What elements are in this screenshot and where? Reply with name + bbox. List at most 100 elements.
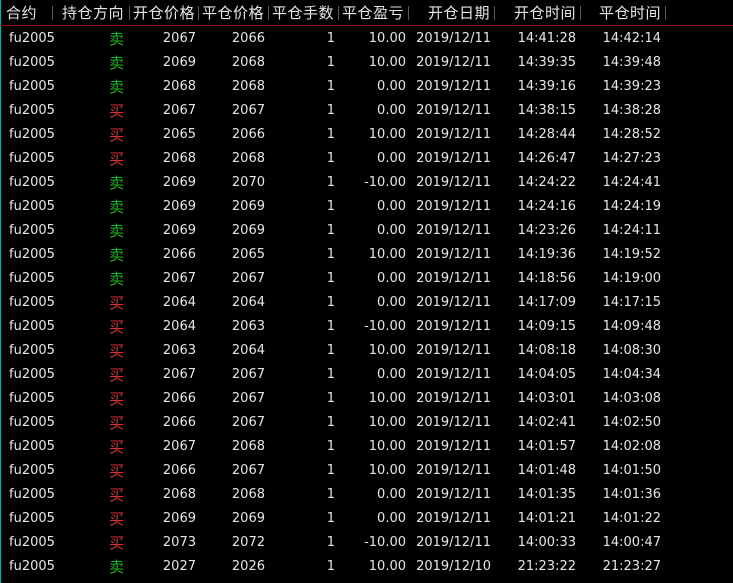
cell-direction: 买 bbox=[108, 294, 124, 312]
cell-open-time: 14:01:48 bbox=[517, 463, 576, 478]
cell-close-time: 14:28:52 bbox=[602, 127, 661, 142]
table-row[interactable]: fu2005 卖 2069 2068 1 10.00 2019/12/11 14:39:35 1… bbox=[0, 51, 733, 75]
table-row[interactable]: fu2005 买 2068 2068 1 0.00 2019/12/11 14:26:47 14… bbox=[0, 147, 733, 171]
table-row[interactable]: fu2005 卖 2069 2069 1 0.00 2019/12/11 14:24:16 14… bbox=[0, 195, 733, 219]
cell-close-price: 2068 bbox=[231, 439, 265, 454]
cell-direction: 卖 bbox=[108, 78, 124, 96]
cell-pnl: 10.00 bbox=[368, 343, 406, 358]
cell-direction: 买 bbox=[108, 102, 124, 120]
cell-close-price: 2067 bbox=[231, 415, 265, 430]
table-row[interactable]: fu2005 买 2065 2066 1 10.00 2019/12/11 14:28:44 1… bbox=[0, 123, 733, 147]
cell-lots: 1 bbox=[326, 31, 335, 46]
table-row[interactable]: fu2005 买 2066 2067 1 10.00 2019/12/11 14:01:48 1… bbox=[0, 459, 733, 483]
cell-close-time: 14:24:19 bbox=[602, 199, 661, 214]
cell-lots: 1 bbox=[326, 439, 335, 454]
column-resize-handle[interactable] bbox=[198, 6, 199, 20]
column-resize-handle[interactable] bbox=[338, 6, 339, 20]
column-header-pnl[interactable]: 平仓盈亏 bbox=[342, 4, 404, 22]
cell-close-price: 2064 bbox=[231, 295, 265, 310]
cell-pnl: 10.00 bbox=[368, 391, 406, 406]
cell-open-price: 2027 bbox=[162, 559, 196, 574]
cell-open-date: 2019/12/11 bbox=[416, 247, 491, 262]
column-header-close-price[interactable]: 平仓价格 bbox=[202, 4, 264, 22]
cell-contract: fu2005 bbox=[9, 127, 55, 142]
column-header-lots[interactable]: 平仓手数 bbox=[272, 4, 334, 22]
table-row[interactable]: fu2005 买 2066 2067 1 10.00 2019/12/11 14:03:01 1… bbox=[0, 387, 733, 411]
column-resize-handle[interactable] bbox=[408, 6, 409, 20]
cell-contract: fu2005 bbox=[9, 511, 55, 526]
column-header-contract[interactable]: 合约 bbox=[6, 4, 37, 22]
column-resize-handle[interactable] bbox=[268, 6, 269, 20]
cell-open-time: 14:01:35 bbox=[517, 487, 576, 502]
cell-contract: fu2005 bbox=[9, 175, 55, 190]
table-row[interactable]: fu2005 买 2067 2067 1 0.00 2019/12/11 14:04:05 14… bbox=[0, 363, 733, 387]
cell-contract: fu2005 bbox=[9, 343, 55, 358]
table-row[interactable]: fu2005 卖 2069 2069 1 0.00 2019/12/11 14:23:26 14… bbox=[0, 219, 733, 243]
cell-close-time: 14:38:28 bbox=[602, 103, 661, 118]
cell-direction: 买 bbox=[108, 342, 124, 360]
cell-pnl: 10.00 bbox=[368, 559, 406, 574]
cell-open-date: 2019/12/11 bbox=[416, 343, 491, 358]
cell-close-time: 14:19:52 bbox=[602, 247, 661, 262]
cell-close-price: 2026 bbox=[231, 559, 265, 574]
table-row[interactable]: fu2005 卖 2069 2070 1 -10.00 2019/12/11 14:24:22… bbox=[0, 171, 733, 195]
cell-open-date: 2019/12/11 bbox=[416, 439, 491, 454]
table-row[interactable]: fu2005 买 2073 2072 1 -10.00 2019/12/11 14:00:33… bbox=[0, 531, 733, 555]
cell-open-price: 2063 bbox=[162, 343, 196, 358]
cell-contract: fu2005 bbox=[9, 463, 55, 478]
table-row[interactable]: fu2005 卖 2067 2067 1 0.00 2019/12/11 14:18:56 14… bbox=[0, 267, 733, 291]
column-resize-handle[interactable] bbox=[665, 6, 666, 20]
column-resize-handle[interactable] bbox=[52, 6, 53, 20]
cell-lots: 1 bbox=[326, 511, 335, 526]
table-row[interactable]: fu2005 卖 2067 2066 1 10.00 2019/12/11 14:41:28 1… bbox=[0, 27, 733, 51]
cell-open-price: 2066 bbox=[162, 247, 196, 262]
cell-open-price: 2068 bbox=[162, 487, 196, 502]
column-resize-handle[interactable] bbox=[580, 6, 581, 20]
table-row[interactable]: fu2005 卖 2068 2068 1 0.00 2019/12/11 14:39:16 14… bbox=[0, 75, 733, 99]
cell-open-price: 2066 bbox=[162, 391, 196, 406]
cell-close-price: 2066 bbox=[231, 127, 265, 142]
cell-close-price: 2072 bbox=[231, 535, 265, 550]
table-row[interactable]: fu2005 买 2066 2067 1 10.00 2019/12/11 14:02:41 1… bbox=[0, 411, 733, 435]
table-row[interactable]: fu2005 买 2068 2068 1 0.00 2019/12/11 14:01:35 14… bbox=[0, 483, 733, 507]
cell-contract: fu2005 bbox=[9, 103, 55, 118]
table-row[interactable]: fu2005 买 2064 2064 1 0.00 2019/12/11 14:17:09 14… bbox=[0, 291, 733, 315]
table-row[interactable]: fu2005 买 2063 2064 1 10.00 2019/12/11 14:08:18 1… bbox=[0, 339, 733, 363]
cell-open-price: 2066 bbox=[162, 415, 196, 430]
column-resize-handle[interactable] bbox=[129, 6, 130, 20]
cell-pnl: 10.00 bbox=[368, 463, 406, 478]
table-row[interactable]: fu2005 卖 2066 2065 1 10.00 2019/12/11 14:19:36 1… bbox=[0, 243, 733, 267]
cell-direction: 卖 bbox=[108, 30, 124, 48]
table-row[interactable]: fu2005 买 2069 2069 1 0.00 2019/12/11 14:01:21 14… bbox=[0, 507, 733, 531]
cell-close-price: 2066 bbox=[231, 31, 265, 46]
cell-close-price: 2067 bbox=[231, 391, 265, 406]
table-row[interactable]: fu2005 买 2067 2067 1 0.00 2019/12/11 14:38:15 14… bbox=[0, 99, 733, 123]
column-header-open-time[interactable]: 开仓时间 bbox=[514, 4, 576, 22]
cell-close-time: 14:02:08 bbox=[602, 439, 661, 454]
table-row[interactable]: fu2005 买 2067 2068 1 10.00 2019/12/11 14:01:57 1… bbox=[0, 435, 733, 459]
cell-contract: fu2005 bbox=[9, 439, 55, 454]
cell-close-price: 2067 bbox=[231, 463, 265, 478]
cell-open-time: 14:39:16 bbox=[517, 79, 576, 94]
cell-close-price: 2067 bbox=[231, 271, 265, 286]
cell-open-time: 14:01:21 bbox=[517, 511, 576, 526]
cell-pnl: 0.00 bbox=[377, 487, 406, 502]
cell-contract: fu2005 bbox=[9, 223, 55, 238]
table-row[interactable]: fu2005 卖 2027 2026 1 10.00 2019/12/10 21:23:22 2… bbox=[0, 555, 733, 579]
cell-open-price: 2067 bbox=[162, 103, 196, 118]
cell-lots: 1 bbox=[326, 559, 335, 574]
column-resize-handle[interactable] bbox=[494, 6, 495, 20]
column-header-close-time[interactable]: 平仓时间 bbox=[599, 4, 661, 22]
cell-lots: 1 bbox=[326, 103, 335, 118]
column-header-open-date[interactable]: 开仓日期 bbox=[428, 4, 490, 22]
cell-close-price: 2069 bbox=[231, 199, 265, 214]
cell-open-price: 2069 bbox=[162, 511, 196, 526]
cell-direction: 买 bbox=[108, 486, 124, 504]
column-header-open-price[interactable]: 开仓价格 bbox=[133, 4, 195, 22]
cell-open-time: 14:26:47 bbox=[517, 151, 576, 166]
cell-close-price: 2068 bbox=[231, 151, 265, 166]
column-header-direction[interactable]: 持仓方向 bbox=[62, 4, 124, 22]
cell-contract: fu2005 bbox=[9, 319, 55, 334]
cell-lots: 1 bbox=[326, 151, 335, 166]
table-row[interactable]: fu2005 买 2064 2063 1 -10.00 2019/12/11 14:09:15… bbox=[0, 315, 733, 339]
